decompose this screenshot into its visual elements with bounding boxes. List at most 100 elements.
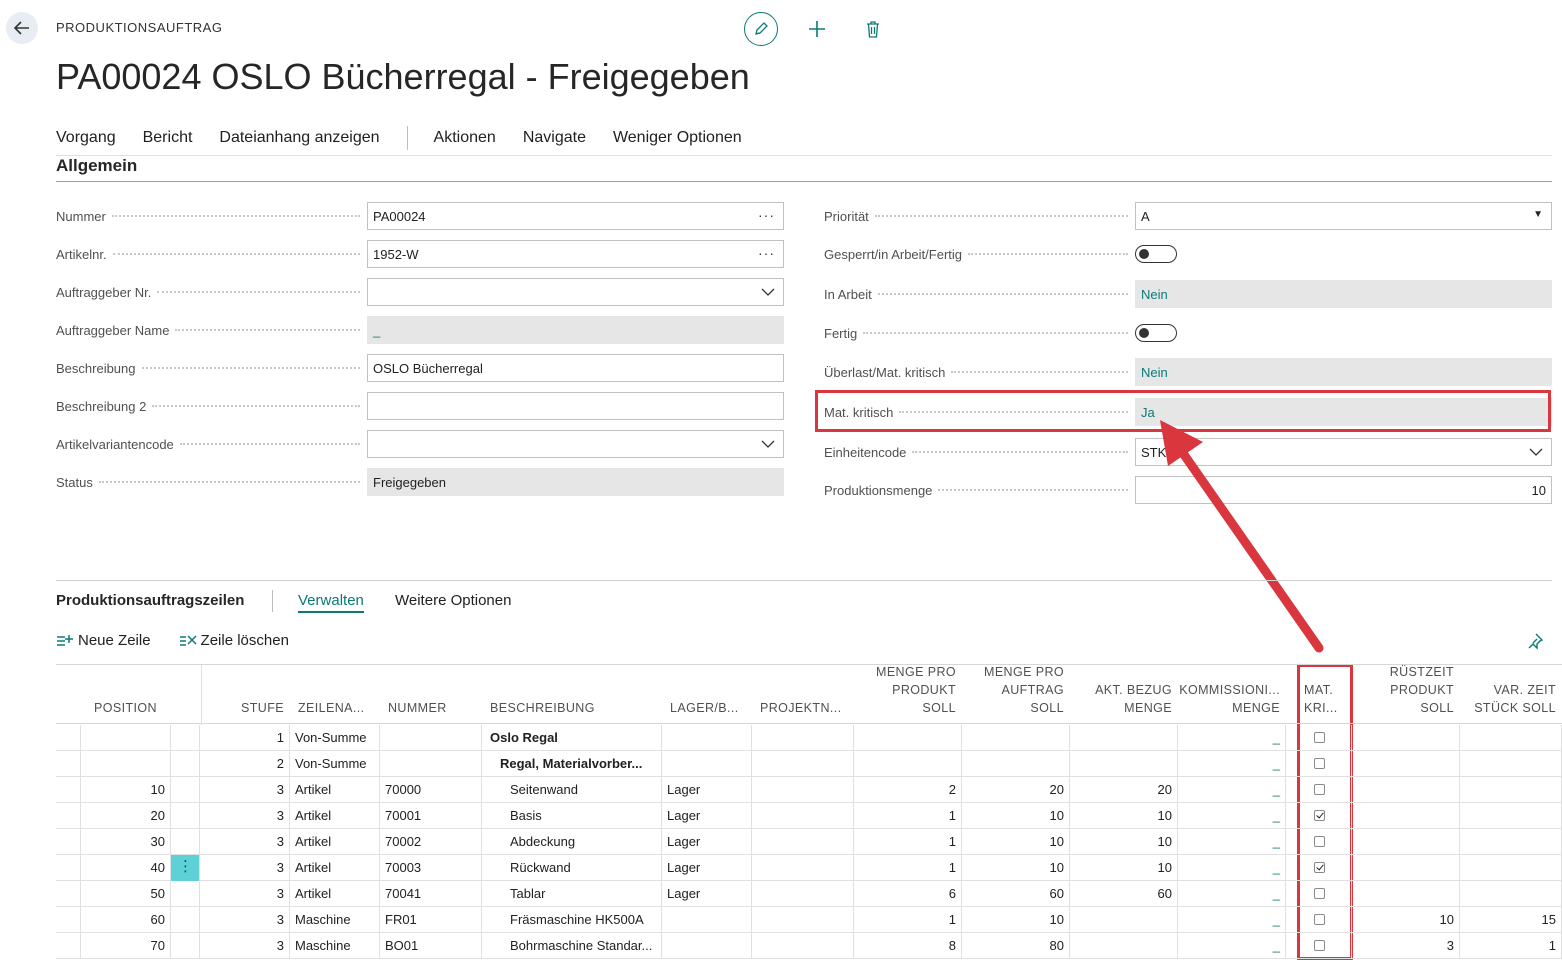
mat-kritisch-checkbox[interactable] [1314, 888, 1325, 899]
new-button[interactable] [800, 12, 834, 46]
cell-stufe[interactable]: 3 [200, 777, 290, 803]
field-produktionsmenge[interactable]: 10 [1135, 476, 1552, 504]
cell-kom[interactable]: _ [1178, 829, 1286, 855]
cell-lager[interactable]: Lager [662, 855, 752, 881]
cell-mpa[interactable]: 10 [962, 907, 1070, 933]
cell-mpa[interactable]: 20 [962, 777, 1070, 803]
table-row[interactable]: 10 3 Artikel 70000 Seitenwand Lager 2 20 20 _ [56, 777, 1562, 803]
cell-beschreibung[interactable]: Regal, Materialvorber... [482, 751, 662, 777]
cell-var[interactable] [1460, 725, 1562, 751]
menu-bericht[interactable]: Bericht [143, 129, 193, 147]
cell-stufe[interactable]: 3 [200, 829, 290, 855]
mat-kritisch-checkbox[interactable] [1314, 810, 1325, 821]
mat-kritisch-checkbox[interactable] [1314, 732, 1325, 743]
cell-zeilenart[interactable]: Von-Summe [290, 725, 380, 751]
cell-zeilenart[interactable]: Maschine [290, 907, 380, 933]
column-header-kom[interactable]: KOMMISSIONI... MENGE [1179, 681, 1280, 717]
menu-aktionen[interactable]: Aktionen [434, 129, 496, 147]
back-button[interactable] [6, 12, 38, 44]
cell-bezug[interactable] [1070, 751, 1178, 777]
cell-beschreibung[interactable]: Seitenwand [482, 777, 662, 803]
table-row[interactable]: 20 3 Artikel 70001 Basis Lager 1 10 10 _ [56, 803, 1562, 829]
cell-mpa[interactable] [962, 751, 1070, 777]
cell-mat[interactable] [1286, 725, 1352, 751]
cell-lager[interactable]: Lager [662, 881, 752, 907]
section-title-allgemein[interactable]: Allgemein [56, 156, 137, 176]
cell-bezug[interactable] [1070, 725, 1178, 751]
cell-kom[interactable]: _ [1178, 907, 1286, 933]
cell-bezug[interactable] [1070, 907, 1178, 933]
cell-mpp[interactable]: 1 [854, 803, 962, 829]
field-beschreibung-2[interactable] [367, 392, 784, 420]
cell-mat[interactable] [1286, 855, 1352, 881]
field-beschreibung[interactable]: OSLO Bücherregal [367, 354, 784, 382]
cell-mpp[interactable]: 6 [854, 881, 962, 907]
column-header-nummer[interactable]: NUMMER [388, 699, 447, 717]
delete-line-button[interactable]: Zeile löschen [179, 632, 289, 649]
cell-projekt[interactable] [752, 829, 854, 855]
column-header-mat[interactable]: MAT. KRI... [1304, 681, 1338, 717]
cell-zeilenart[interactable]: Artikel [290, 829, 380, 855]
cell-ruest[interactable] [1352, 751, 1460, 777]
cell-projekt[interactable] [752, 725, 854, 751]
cell-position[interactable]: 10 [81, 777, 171, 803]
cell-stufe[interactable]: 3 [200, 855, 290, 881]
cell-projekt[interactable] [752, 933, 854, 959]
table-row[interactable]: 50 3 Artikel 70041 Tablar Lager 6 60 60 _ [56, 881, 1562, 907]
cell-projekt[interactable] [752, 803, 854, 829]
column-header-var[interactable]: VAR. ZEIT STÜCK SOLL [1474, 681, 1556, 717]
cell-zeilenart[interactable]: Artikel [290, 803, 380, 829]
cell-beschreibung[interactable]: Oslo Regal [482, 725, 662, 751]
cell-mpa[interactable]: 10 [962, 829, 1070, 855]
cell-bezug[interactable] [1070, 933, 1178, 959]
pin-button[interactable] [1526, 632, 1544, 655]
cell-beschreibung[interactable]: Basis [482, 803, 662, 829]
cell-kom[interactable]: _ [1178, 725, 1286, 751]
mat-kritisch-checkbox[interactable] [1314, 758, 1325, 769]
table-row[interactable]: 70 3 Maschine BO01 Bohrmaschine Standar... 8 8… [56, 933, 1562, 959]
cell-bezug[interactable]: 20 [1070, 777, 1178, 803]
cell-mat[interactable] [1286, 881, 1352, 907]
cell-var[interactable] [1460, 855, 1562, 881]
field-einheitencode[interactable]: STK [1135, 438, 1552, 466]
cell-stufe[interactable]: 3 [200, 933, 290, 959]
cell-nummer[interactable] [380, 751, 482, 777]
cell-projekt[interactable] [752, 881, 854, 907]
column-header-bezug[interactable]: AKT. BEZUG MENGE [1095, 681, 1172, 717]
column-header-mpa[interactable]: MENGE PRO AUFTRAG SOLL [984, 663, 1064, 717]
cell-nummer[interactable]: 70000 [380, 777, 482, 803]
cell-nummer[interactable]: 70041 [380, 881, 482, 907]
mat-kritisch-checkbox[interactable] [1314, 940, 1325, 951]
ellipsis-icon[interactable]: ··· [758, 245, 775, 261]
field-artikelnr[interactable]: 1952-W ··· [367, 240, 784, 268]
cell-nummer[interactable]: 70002 [380, 829, 482, 855]
column-header-zeilenart[interactable]: ZEILENA... [298, 699, 365, 717]
cell-ruest[interactable] [1352, 881, 1460, 907]
cell-position[interactable]: 70 [81, 933, 171, 959]
cell-mat[interactable] [1286, 933, 1352, 959]
cell-mat[interactable] [1286, 803, 1352, 829]
cell-kom[interactable]: _ [1178, 933, 1286, 959]
cell-zeilenart[interactable]: Von-Summe [290, 751, 380, 777]
cell-var[interactable]: 1 [1460, 933, 1562, 959]
cell-position[interactable]: 20 [81, 803, 171, 829]
cell-mpa[interactable] [962, 725, 1070, 751]
cell-stufe[interactable]: 2 [200, 751, 290, 777]
column-header-position[interactable]: POSITION [94, 699, 157, 717]
edit-button[interactable] [744, 12, 778, 46]
cell-lager[interactable] [662, 725, 752, 751]
cell-position[interactable]: 50 [81, 881, 171, 907]
column-header-beschreibung[interactable]: BESCHREIBUNG [490, 699, 595, 717]
cell-stufe[interactable]: 3 [200, 803, 290, 829]
table-row[interactable]: 30 3 Artikel 70002 Abdeckung Lager 1 10 10 _ [56, 829, 1562, 855]
cell-bezug[interactable]: 60 [1070, 881, 1178, 907]
field-auftraggeber-nr[interactable] [367, 278, 784, 306]
cell-beschreibung[interactable]: Fräsmaschine HK500A [482, 907, 662, 933]
cell-position[interactable]: 30 [81, 829, 171, 855]
cell-lager[interactable]: Lager [662, 829, 752, 855]
cell-zeilenart[interactable]: Artikel [290, 855, 380, 881]
cell-nummer[interactable]: BO01 [380, 933, 482, 959]
toggle-fertig[interactable] [1135, 324, 1177, 342]
toggle-gesperrt-in-arbeit-fertig[interactable] [1135, 245, 1177, 263]
cell-zeilenart[interactable]: Artikel [290, 777, 380, 803]
